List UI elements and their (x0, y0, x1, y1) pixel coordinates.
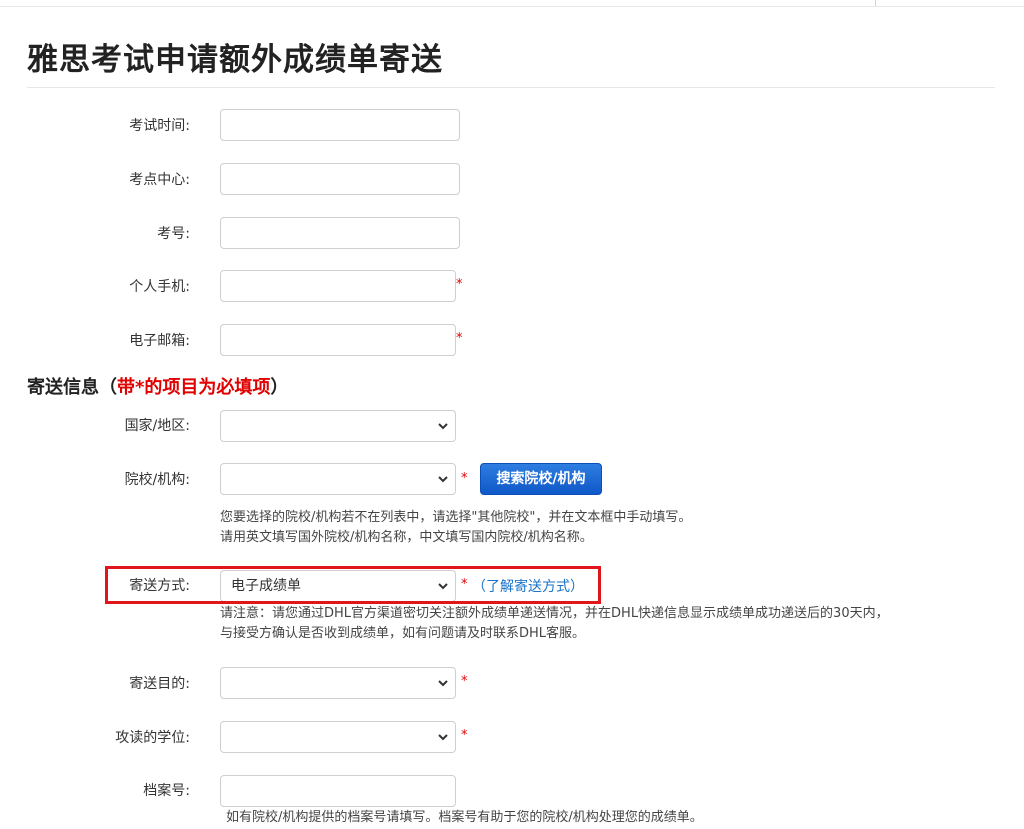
top-separator (875, 0, 876, 6)
email-input[interactable] (220, 324, 456, 356)
top-border (0, 0, 1024, 7)
institution-hint-line-2: 请用英文填写国外院校/机构名称，中文填写国内院校/机构名称。 (220, 530, 593, 545)
institution-required-mark: * (461, 471, 468, 486)
purpose-select[interactable] (220, 667, 456, 699)
chevron-down-icon (438, 476, 448, 483)
delivery-method-select[interactable]: 电子成绩单 (220, 570, 456, 602)
candidate-no-field[interactable] (220, 217, 460, 249)
chevron-down-icon (438, 423, 448, 430)
page-title: 雅思考试申请额外成绩单寄送 (27, 42, 443, 78)
purpose-required-mark: * (461, 674, 468, 689)
mobile-label: 个人手机: (129, 279, 190, 295)
delivery-section-close: ） (270, 377, 289, 398)
search-institution-button[interactable]: 搜索院校/机构 (480, 463, 602, 495)
method-required-mark: * (461, 577, 468, 592)
exam-time-label: 考试时间: (129, 118, 190, 134)
mobile-input[interactable] (220, 270, 456, 302)
chevron-down-icon (438, 583, 448, 590)
file-no-label: 档案号: (143, 783, 190, 799)
test-centre-field[interactable] (220, 163, 460, 195)
method-hint-line-1: 请注意：请您通过DHL官方渠道密切关注额外成绩单递送情况，并在DHL快递信息显示… (220, 606, 889, 621)
mobile-required-mark: * (456, 277, 463, 292)
method-label: 寄送方式: (129, 578, 190, 594)
country-label: 国家/地区: (124, 418, 190, 434)
institution-hint-line-1: 您要选择的院校/机构若不在列表中，请选择"其他院校"，并在文本框中手动填写。 (220, 510, 692, 525)
test-centre-label: 考点中心: (129, 172, 190, 188)
delivery-method-selected-value: 电子成绩单 (231, 578, 301, 594)
degree-select[interactable] (220, 721, 456, 753)
exam-time-field[interactable] (220, 109, 460, 141)
file-no-hint: 如有院校/机构提供的档案号请填写。档案号有助于您的院校/机构处理您的成绩单。 (226, 810, 703, 825)
degree-label: 攻读的学位: (115, 730, 190, 746)
email-required-mark: * (456, 331, 463, 346)
required-note: 带*的项目为必填项 (117, 377, 271, 398)
chevron-down-icon (438, 680, 448, 687)
country-select[interactable] (220, 410, 456, 442)
email-label: 电子邮箱: (129, 333, 190, 349)
title-divider (27, 87, 995, 88)
method-hint-line-2: 与接受方确认是否收到成绩单，如有问题请及时联系DHL客服。 (220, 626, 586, 641)
institution-select[interactable] (220, 463, 456, 495)
institution-label: 院校/机构: (124, 472, 190, 488)
chevron-down-icon (438, 734, 448, 741)
candidate-no-label: 考号: (157, 226, 190, 242)
purpose-label: 寄送目的: (129, 676, 190, 692)
delivery-section-heading: 寄送信息（ (27, 377, 117, 398)
learn-delivery-method-link[interactable]: （了解寄送方式） (472, 578, 584, 596)
delivery-section-title: 寄送信息（带*的项目为必填项） (27, 376, 288, 400)
file-no-input[interactable] (220, 775, 456, 807)
degree-required-mark: * (461, 728, 468, 743)
